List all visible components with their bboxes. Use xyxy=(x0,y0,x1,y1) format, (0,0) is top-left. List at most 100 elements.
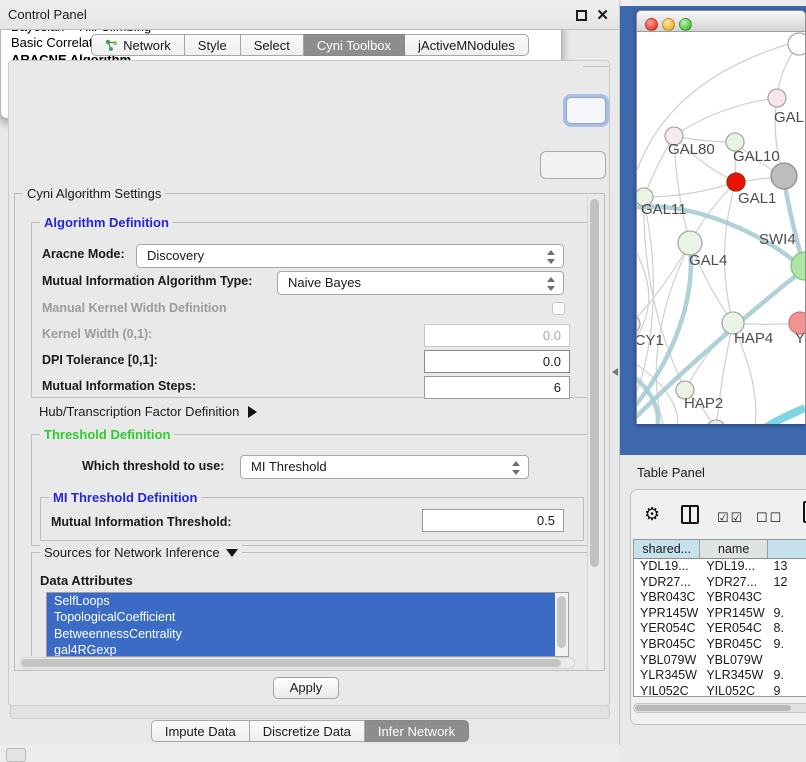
network-view-window[interactable]: GALGAL80GAL10GAL1GAL11SWI4GAL4HAP4YGCY1H… xyxy=(636,10,806,424)
float-window-icon[interactable] xyxy=(576,10,587,21)
tab-impute-data[interactable]: Impute Data xyxy=(151,720,250,742)
zoom-traffic-light-icon[interactable] xyxy=(679,18,692,31)
table-cell: YLR345W xyxy=(700,668,767,684)
network-node[interactable] xyxy=(707,420,725,424)
table-cell: 9. xyxy=(768,668,806,684)
data-attribute-item[interactable]: gal4RGexp xyxy=(47,642,555,657)
network-node-gal[interactable] xyxy=(768,89,786,107)
collapsed-panel-button[interactable] xyxy=(6,748,26,762)
table-row[interactable]: YIL052CYIL052C9 xyxy=(634,684,806,697)
node-label: GAL1 xyxy=(738,190,776,207)
settings-vertical-scrollbar-thumb[interactable] xyxy=(590,199,599,567)
kernel-width-field[interactable]: 0.0 xyxy=(424,324,570,347)
table-row[interactable]: YDR27...YDR27...12 xyxy=(634,575,806,591)
node-label: GAL11 xyxy=(641,201,687,218)
data-attributes-list[interactable]: SelfLoopsTopologicalCoefficientBetweenne… xyxy=(46,592,569,657)
table-column-header[interactable]: shared... xyxy=(634,540,700,558)
which-threshold-combo[interactable]: MI Threshold xyxy=(240,455,529,479)
columns-icon[interactable] xyxy=(681,505,699,524)
sources-group: Sources for Network Inference Data Attri… xyxy=(31,552,592,656)
tab-label: Infer Network xyxy=(378,721,455,742)
table-cell: YBR045C xyxy=(700,637,767,653)
combo-spinner-icon xyxy=(547,250,555,264)
network-node-gcy1[interactable] xyxy=(637,315,640,333)
network-node[interactable] xyxy=(771,163,797,189)
table-row[interactable]: YDL19...YDL19...13 xyxy=(634,559,806,575)
deselect-all-checkboxes-icon[interactable]: ☐☐ xyxy=(756,510,783,526)
mi-type-combo[interactable]: Naive Bayes xyxy=(277,271,564,295)
node-table[interactable]: shared...name YDL19...YDL19...13YDR27...… xyxy=(633,539,806,697)
data-attribute-item[interactable]: BetweennessCentrality xyxy=(47,626,555,642)
tab-cyni-toolbox[interactable]: Cyni Toolbox xyxy=(304,34,405,56)
settings-horizontal-scrollbar-thumb[interactable] xyxy=(21,659,561,667)
table-column-header[interactable]: name xyxy=(700,540,767,558)
tab-discretize-data[interactable]: Discretize Data xyxy=(250,720,365,742)
table-cell xyxy=(768,590,806,606)
inference-algorithm-combo-fragment[interactable] xyxy=(566,97,606,124)
settings-gear-icon[interactable]: ⚙ xyxy=(644,504,660,525)
sources-group-title[interactable]: Sources for Network Inference xyxy=(40,545,242,560)
threshold-definition-group: Threshold Definition Which threshold to … xyxy=(31,434,592,546)
tab-label: Impute Data xyxy=(165,721,236,742)
aracne-mode-label: Aracne Mode: xyxy=(42,247,125,261)
table-horizontal-scrollbar[interactable] xyxy=(633,703,806,713)
table-row[interactable]: YLR345WYLR345W9. xyxy=(634,668,806,684)
manual-kernel-checkbox[interactable] xyxy=(552,302,565,315)
mi-type-label: Mutual Information Algorithm Type: xyxy=(42,274,252,288)
dpi-tolerance-field[interactable]: 0.0 xyxy=(424,350,570,373)
network-canvas[interactable]: GALGAL80GAL10GAL1GAL11SWI4GAL4HAP4YGCY1H… xyxy=(637,32,805,424)
node-label: GAL80 xyxy=(668,141,715,158)
aracne-mode-value: Discovery xyxy=(147,248,204,263)
control-panel-titlebar: Control Panel ✕ xyxy=(0,0,619,30)
mi-threshold-definition-group: MI Threshold Definition Mutual Informati… xyxy=(40,497,584,541)
table-row[interactable]: YBL079WYBL079W xyxy=(634,653,806,669)
table-cell: YBL079W xyxy=(700,653,767,669)
list-scrollbar[interactable] xyxy=(555,593,568,656)
close-traffic-light-icon[interactable] xyxy=(645,18,658,31)
list-scrollbar-thumb[interactable] xyxy=(557,596,566,648)
table-row[interactable]: YPR145WYPR145W9. xyxy=(634,606,806,622)
table-row[interactable]: YBR043CYBR043C xyxy=(634,590,806,606)
manual-kernel-label: Manual Kernel Width Definition xyxy=(42,301,227,315)
network-edge xyxy=(644,182,736,197)
network-selector-combo-fragment[interactable] xyxy=(540,151,606,179)
tab-select[interactable]: Select xyxy=(241,34,304,56)
split-pane-collapse-icon[interactable] xyxy=(612,368,618,376)
tab-network[interactable]: Network xyxy=(91,34,185,56)
mi-steps-field[interactable]: 6 xyxy=(424,376,570,399)
table-column-header[interactable] xyxy=(768,540,806,558)
tab-jactivemnodules[interactable]: jActiveMNodules xyxy=(405,34,529,56)
mi-threshold-field[interactable]: 0.5 xyxy=(422,509,564,532)
settings-horizontal-scrollbar[interactable] xyxy=(19,657,575,669)
tab-label: Select xyxy=(254,35,290,56)
settings-group-title: Cyni Algorithm Settings xyxy=(23,186,165,201)
table-cell: YDR27... xyxy=(700,575,767,591)
settings-vertical-scrollbar[interactable] xyxy=(587,196,601,670)
table-horizontal-scrollbar-thumb[interactable] xyxy=(635,705,791,711)
data-attribute-item[interactable]: SelfLoops xyxy=(47,593,555,609)
close-icon[interactable]: ✕ xyxy=(596,6,609,24)
table-cell: YPR145W xyxy=(634,606,700,622)
algorithm-definition-group: Algorithm Definition Aracne Mode: Discov… xyxy=(31,222,592,398)
expand-right-icon xyxy=(248,406,257,418)
tab-style[interactable]: Style xyxy=(185,34,241,56)
table-row[interactable]: YER054CYER054C8. xyxy=(634,621,806,637)
network-edge xyxy=(784,180,802,260)
table-cell: YER054C xyxy=(634,621,700,637)
table-panel-title: Table Panel xyxy=(637,465,705,480)
tab-infer-network[interactable]: Infer Network xyxy=(365,720,469,742)
network-node-gal1[interactable] xyxy=(727,173,745,191)
node-label: Y xyxy=(795,330,805,347)
network-node[interactable] xyxy=(788,33,805,55)
network-window-titlebar[interactable] xyxy=(637,11,805,32)
select-all-checkboxes-icon[interactable]: ☑☑ xyxy=(717,510,744,526)
minimize-traffic-light-icon[interactable] xyxy=(662,18,675,31)
table-cell: YBR043C xyxy=(634,590,700,606)
aracne-mode-combo[interactable]: Discovery xyxy=(136,244,564,268)
hub-transcription-factor-toggle[interactable]: Hub/Transcription Factor Definition xyxy=(39,404,257,419)
table-cell: YDL19... xyxy=(700,559,767,575)
data-attribute-item[interactable]: TopologicalCoefficient xyxy=(47,609,555,625)
apply-button[interactable]: Apply xyxy=(273,677,339,699)
mi-type-value: Naive Bayes xyxy=(288,275,361,290)
table-row[interactable]: YBR045CYBR045C9. xyxy=(634,637,806,653)
